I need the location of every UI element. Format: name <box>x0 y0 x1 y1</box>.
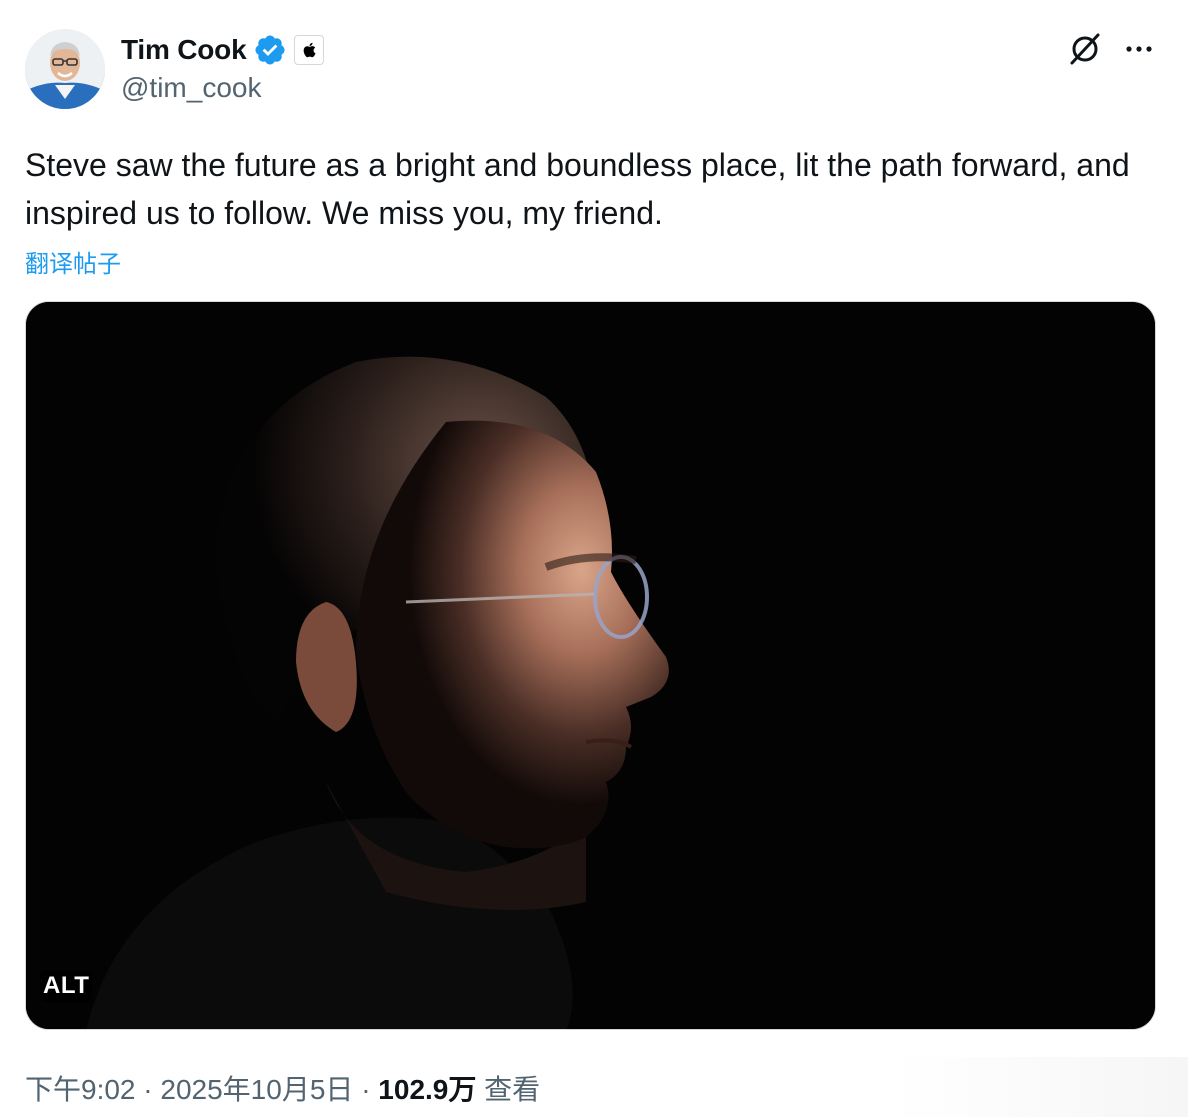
views-count: 102.9万 <box>378 1074 477 1105</box>
tweet-time[interactable]: 下午9:02 <box>25 1074 136 1105</box>
views-label: 查看 <box>484 1074 541 1105</box>
tweet-date[interactable]: 2025年10月5日 <box>160 1074 353 1105</box>
author-handle[interactable]: @tim_cook <box>121 72 261 104</box>
tweet-photo[interactable] <box>25 301 1156 1030</box>
avatar-portrait <box>25 29 105 109</box>
tweet-text: Steve saw the future as a bright and bou… <box>25 147 1130 231</box>
tweet: Tim Cook @tim_cook Steve saw the future … <box>0 0 1188 1117</box>
affiliate-badge[interactable] <box>294 35 325 65</box>
tweet-meta: 下午9:02 · 2025年10月5日 · 102.9万 查看 <box>25 1068 540 1108</box>
grok-icon[interactable] <box>1066 30 1104 68</box>
corner-decoration <box>888 1057 1188 1117</box>
author-display-name[interactable]: Tim Cook <box>121 34 247 66</box>
verified-badge-icon[interactable] <box>253 33 287 67</box>
apple-logo-icon <box>304 42 316 58</box>
meta-separator: · <box>361 1074 371 1105</box>
more-options-icon[interactable] <box>1120 30 1158 68</box>
avatar[interactable] <box>25 29 105 109</box>
meta-separator: · <box>143 1074 153 1105</box>
alt-text-badge[interactable]: ALT <box>40 970 93 1002</box>
author-name-row: Tim Cook <box>121 30 325 70</box>
translate-post-link[interactable]: 翻译帖子 <box>25 244 121 279</box>
photo-portrait-image <box>26 302 1155 1029</box>
